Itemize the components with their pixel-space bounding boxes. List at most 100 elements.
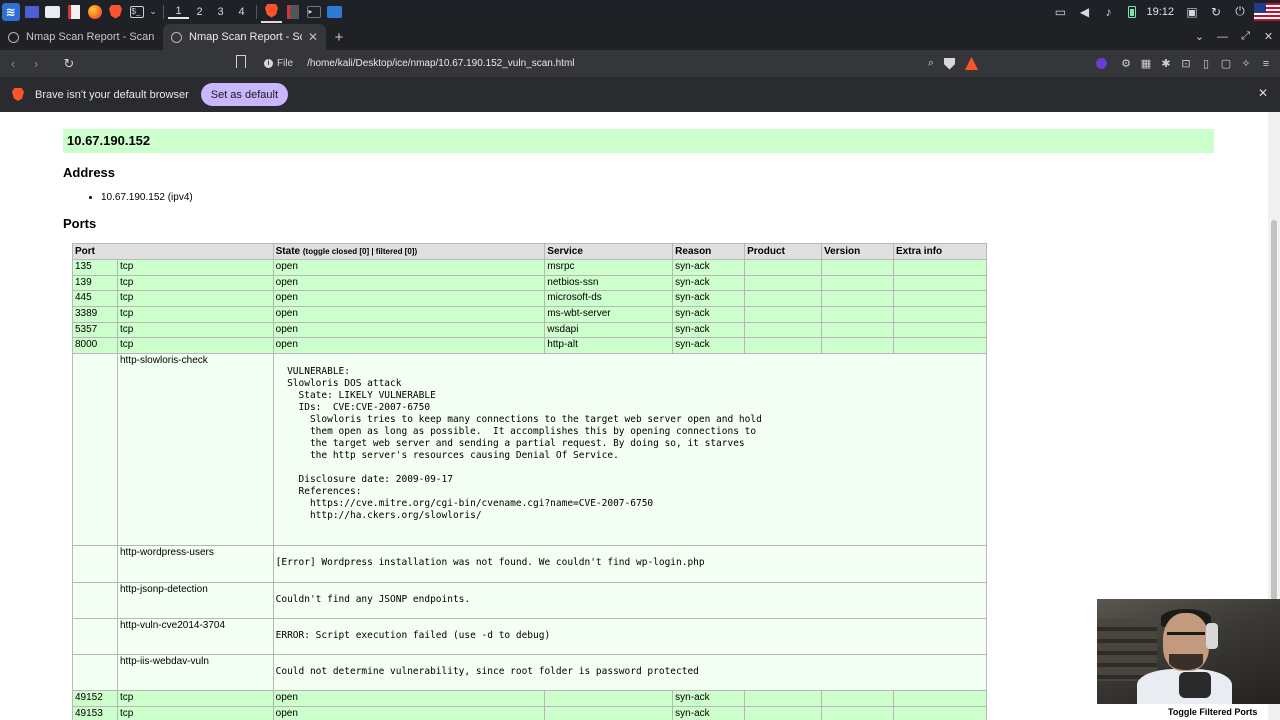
sidebar-icon[interactable]: ▯ xyxy=(1196,57,1216,70)
service-cell xyxy=(544,705,674,720)
table-header-row: Port State (toggle closed [0] | filtered… xyxy=(72,243,987,260)
close-window-icon[interactable]: ✕ xyxy=(1257,30,1280,43)
workspace-1[interactable]: 1 xyxy=(168,5,189,19)
extra-info-cell xyxy=(893,306,987,323)
service-cell xyxy=(544,690,674,707)
brave-window-icon[interactable] xyxy=(261,0,282,23)
refresh-icon[interactable]: ↻ xyxy=(1204,0,1228,23)
volume-icon[interactable]: ◀ xyxy=(1072,0,1096,23)
script-name-cell: http-vuln-cve2014-3704 xyxy=(116,618,274,656)
service-cell: wsdapi xyxy=(544,321,674,339)
display-icon[interactable]: ▭ xyxy=(1048,0,1072,23)
menu-icon[interactable]: ≡ xyxy=(1256,58,1276,70)
toggle-closed-filtered-link[interactable]: (toggle closed [0] | filtered [0]) xyxy=(303,247,417,256)
power-icon[interactable]: ⏻ xyxy=(1228,0,1252,23)
downloads-icon[interactable]: ⊡ xyxy=(1176,57,1196,70)
product-cell xyxy=(744,690,823,707)
address-bar[interactable]: i File /home/kali/Desktop/ice/nmap/10.67… xyxy=(258,53,978,74)
clock[interactable]: 19:12 xyxy=(1144,6,1180,18)
reload-button[interactable]: ↻ xyxy=(59,53,79,75)
report-page: 10.67.190.152 Address 10.67.190.152 (ipv… xyxy=(0,112,1268,720)
brave-shields-icon[interactable] xyxy=(944,57,955,70)
terminal-icon[interactable]: $_ xyxy=(126,0,147,23)
state-cell: open xyxy=(272,290,546,308)
brave-rewards-icon[interactable] xyxy=(965,57,978,70)
tab-scan-report-2[interactable]: Nmap Scan Report - Scanned ✕ xyxy=(163,24,326,50)
service-cell: http-alt xyxy=(544,337,674,355)
tab-scan-report-1[interactable]: Nmap Scan Report - Scanned xyxy=(0,24,163,50)
battery-icon xyxy=(1120,0,1144,23)
script-row: http-wordpress-users [Error] Wordpress i… xyxy=(72,545,988,584)
reason-cell: syn-ack xyxy=(672,321,746,339)
us-flag-icon[interactable] xyxy=(1254,2,1280,21)
extension-purple-icon[interactable] xyxy=(1096,58,1107,69)
leo-ai-icon[interactable]: ✧ xyxy=(1236,57,1256,70)
webcam-person-glasses xyxy=(1167,632,1205,641)
show-desktop-icon[interactable] xyxy=(21,0,42,23)
workspace-2[interactable]: 2 xyxy=(189,6,210,18)
text-editor-icon[interactable] xyxy=(63,0,84,23)
bookmark-icon[interactable] xyxy=(236,55,246,68)
product-cell xyxy=(744,290,823,308)
default-browser-infobar: Brave isn't your default browser Set as … xyxy=(0,77,1280,112)
version-cell xyxy=(821,337,895,355)
port-cell: 49152 xyxy=(72,690,118,707)
webcam-microphone xyxy=(1179,672,1211,698)
port-cell: 139 xyxy=(72,274,118,292)
version-cell xyxy=(821,306,895,323)
toggle-filtered-ports-link[interactable]: Toggle Filtered Ports xyxy=(1168,707,1257,717)
reason-cell: syn-ack xyxy=(672,259,746,276)
bell-icon[interactable]: ♪ xyxy=(1096,0,1120,23)
maximize-icon[interactable]: ⤢ xyxy=(1234,30,1257,43)
script-spacer-cell xyxy=(72,545,118,584)
script-output-cell: ERROR: Script execution failed (use -d t… xyxy=(272,618,988,656)
file-manager-icon[interactable] xyxy=(42,0,63,23)
scrollbar-thumb[interactable] xyxy=(1271,220,1277,600)
folder-window-icon[interactable] xyxy=(324,0,345,23)
minimize-icon[interactable]: — xyxy=(1211,31,1234,43)
chevron-down-icon[interactable]: ⌄ xyxy=(1188,30,1211,43)
version-cell xyxy=(821,321,895,339)
table-row: 3389 tcp open ms-wbt-server syn-ack xyxy=(72,306,987,323)
set-as-default-button[interactable]: Set as default xyxy=(200,83,289,106)
zoom-icon[interactable]: ⌕ xyxy=(928,57,934,70)
reason-cell: syn-ack xyxy=(672,274,746,292)
workspace-3[interactable]: 3 xyxy=(210,6,231,18)
script-row: http-iis-webdav-vuln Could not determine… xyxy=(72,654,988,692)
script-output-cell: Could not determine vulnerability, since… xyxy=(272,654,988,692)
port-cell: 445 xyxy=(72,290,118,308)
extra-info-cell xyxy=(893,690,987,707)
forward-button[interactable]: › xyxy=(26,53,46,75)
chevron-down-icon[interactable]: ⌄ xyxy=(147,0,159,23)
version-cell xyxy=(821,690,895,707)
reason-cell: syn-ack xyxy=(672,705,746,720)
close-icon[interactable]: ✕ xyxy=(1258,86,1268,100)
column-header-port: Port xyxy=(72,243,274,260)
version-cell xyxy=(821,274,895,292)
kali-menu-icon[interactable]: ≋ xyxy=(0,0,21,23)
wallet-icon[interactable]: ▢ xyxy=(1216,57,1236,70)
back-button[interactable]: ‹ xyxy=(3,53,23,75)
protocol-cell: tcp xyxy=(116,690,274,707)
extensions-puzzle-icon[interactable]: ✱ xyxy=(1156,57,1176,70)
document-window-icon[interactable] xyxy=(282,0,303,23)
extension-grid-icon[interactable]: ▦ xyxy=(1136,57,1156,70)
close-tab-icon[interactable]: ✕ xyxy=(308,30,318,44)
new-tab-button[interactable]: + xyxy=(326,24,352,50)
protocol-cell: tcp xyxy=(116,321,274,339)
state-cell: open xyxy=(272,274,546,292)
lock-icon[interactable]: ▣ xyxy=(1180,0,1204,23)
ports-table: Port State (toggle closed [0] | filtered… xyxy=(72,243,988,720)
port-cell: 8000 xyxy=(72,337,118,355)
version-cell xyxy=(821,705,895,720)
firefox-icon[interactable] xyxy=(84,0,105,23)
url-scheme: File xyxy=(277,58,294,69)
terminal-window-icon[interactable]: ▸ xyxy=(303,0,324,23)
workspace-4[interactable]: 4 xyxy=(231,6,252,18)
info-icon[interactable]: i xyxy=(264,59,273,68)
protocol-cell: tcp xyxy=(116,705,274,720)
brave-launcher-icon[interactable] xyxy=(105,0,126,23)
url-path[interactable]: /home/kali/Desktop/ice/nmap/10.67.190.15… xyxy=(307,58,574,69)
extra-info-cell xyxy=(893,705,987,720)
extension-badge-icon[interactable]: ⚙ xyxy=(1116,57,1136,70)
